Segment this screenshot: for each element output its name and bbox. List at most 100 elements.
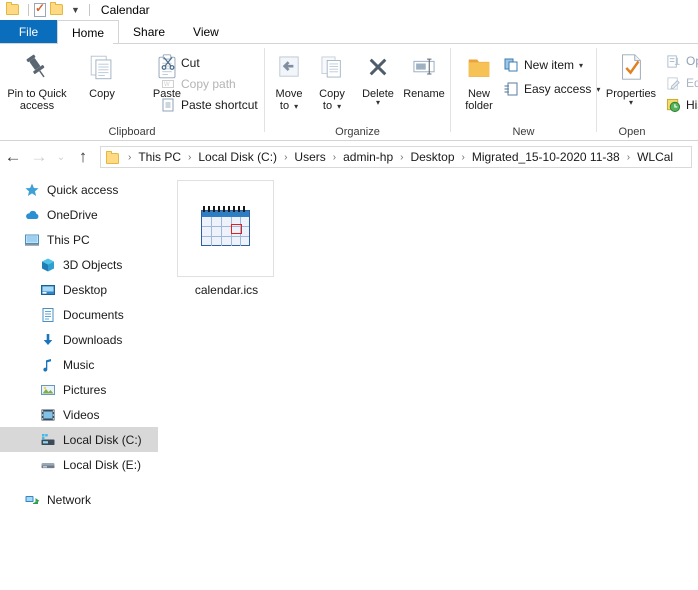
breadcrumb-separator: ›: [188, 151, 192, 163]
navigation-pane: Quick access OneDrive This PC 3D Objects…: [0, 177, 158, 590]
breadcrumb-migrated-folder[interactable]: Migrated_15-10-2020 11-38: [470, 150, 622, 164]
sidebar-label: This PC: [47, 232, 90, 247]
properties-dropdown-caret-icon[interactable]: ▾: [629, 99, 633, 107]
address-breadcrumb-field[interactable]: › This PC › Local Disk (C:) › Users › ad…: [100, 146, 692, 168]
new-folder-button[interactable]: New folder: [451, 49, 507, 112]
hard-drive-icon: [40, 432, 56, 448]
breadcrumb-wlcal[interactable]: WLCal: [635, 150, 675, 164]
new-folder-line1: New: [467, 88, 490, 100]
copy-to-button[interactable]: Copy to ▾: [308, 49, 356, 113]
history-button[interactable]: His: [666, 94, 698, 116]
sidebar-label: Network: [47, 492, 92, 507]
copy-button[interactable]: Copy: [70, 49, 134, 100]
sidebar-item-pictures[interactable]: Pictures: [0, 377, 158, 402]
sidebar-item-documents[interactable]: Documents: [0, 302, 158, 327]
copy-to-icon: [318, 49, 346, 85]
breadcrumb-desktop[interactable]: Desktop: [408, 150, 456, 164]
sidebar-label: Quick access: [47, 182, 119, 197]
sidebar-item-3d-objects[interactable]: 3D Objects: [0, 252, 158, 277]
breadcrumb-separator: ›: [284, 151, 288, 163]
easy-access-button[interactable]: Easy access ▾: [503, 78, 600, 100]
sidebar-label: Videos: [63, 407, 100, 422]
open-group-label: Open: [618, 126, 646, 138]
breadcrumb-users[interactable]: Users: [292, 150, 327, 164]
breadcrumb-admin-hp[interactable]: admin-hp: [341, 150, 395, 164]
breadcrumb-separator: ›: [626, 151, 631, 163]
rename-button[interactable]: Rename: [398, 49, 450, 100]
new-item-icon: [504, 58, 518, 72]
copy-path-icon: W: [162, 80, 174, 88]
paste-shortcut-button[interactable]: Paste shortcut: [160, 94, 258, 116]
breadcrumb-this-pc[interactable]: This PC: [136, 150, 183, 164]
edit-label: Edi: [686, 76, 698, 90]
history-label: His: [686, 98, 698, 112]
up-button[interactable]: ↑: [70, 144, 96, 170]
tab-file[interactable]: File: [0, 20, 57, 44]
sidebar-item-music[interactable]: Music: [0, 352, 158, 377]
properties-button[interactable]: Properties ▾: [597, 49, 665, 107]
delete-dropdown-caret-icon[interactable]: ▾: [376, 99, 380, 107]
new-item-caret-icon[interactable]: ▾: [579, 61, 583, 70]
breadcrumb-separator: ›: [400, 151, 404, 163]
folder-icon[interactable]: [6, 2, 20, 17]
monitor-icon: [24, 232, 40, 248]
open-icon: [667, 54, 680, 68]
new-folder-quick-icon[interactable]: [50, 2, 64, 17]
pin-to-quick-access-button[interactable]: Pin to Quick access: [5, 49, 69, 112]
delete-button[interactable]: Delete ▾: [354, 49, 402, 107]
history-icon: [666, 98, 681, 112]
new-item-label: New item: [524, 58, 575, 72]
move-to-button[interactable]: Move to ▾: [265, 49, 313, 113]
breadcrumb-local-disk-c[interactable]: Local Disk (C:): [196, 150, 279, 164]
tab-view[interactable]: View: [179, 20, 233, 44]
customize-quick-access-chevron-icon[interactable]: ▼: [71, 5, 80, 15]
sidebar-item-downloads[interactable]: Downloads: [0, 327, 158, 352]
titlebar-divider: [28, 4, 29, 16]
pin-label-line1: Pin to Quick: [7, 88, 67, 100]
forward-button: →: [30, 147, 48, 166]
edit-button[interactable]: Edi: [666, 72, 698, 94]
back-button[interactable]: ←: [0, 144, 26, 170]
copy-path-button[interactable]: W Copy path: [160, 73, 236, 95]
new-item-button[interactable]: New item ▾: [503, 54, 583, 76]
ribbon: Pin to Quick access Copy Paste Cut W Cop…: [0, 44, 698, 141]
new-group-label: New: [512, 126, 535, 138]
sidebar-item-network[interactable]: Network: [0, 487, 158, 512]
file-name-label: calendar.ics: [194, 283, 259, 297]
tab-home[interactable]: Home: [57, 20, 120, 44]
network-icon: [24, 492, 40, 508]
sidebar-label: Pictures: [63, 382, 107, 397]
sidebar-item-this-pc[interactable]: This PC: [0, 227, 158, 252]
pin-icon: [22, 49, 52, 85]
sidebar-item-desktop[interactable]: Desktop: [0, 277, 158, 302]
open-button[interactable]: Op: [666, 50, 698, 72]
svg-text:W: W: [164, 82, 170, 88]
cloud-icon: [24, 207, 40, 223]
new-folder-icon: [464, 49, 494, 85]
ribbon-tabstrip: File Home Share View: [0, 20, 698, 44]
picture-icon: [40, 382, 56, 398]
rename-icon: [410, 49, 438, 85]
breadcrumb-separator: ›: [332, 151, 337, 163]
copy-to-line1: Copy: [319, 88, 345, 100]
sidebar-label: Downloads: [63, 332, 123, 347]
rename-label: Rename: [403, 88, 445, 100]
properties-check-icon[interactable]: [34, 1, 46, 17]
file-list-view[interactable]: calendar.ics: [158, 177, 698, 590]
sidebar-label: Local Disk (E:): [63, 457, 142, 472]
sidebar-item-onedrive[interactable]: OneDrive: [0, 202, 158, 227]
sidebar-item-quick-access[interactable]: Quick access: [0, 177, 158, 202]
sidebar-item-local-disk-e[interactable]: Local Disk (E:): [0, 452, 158, 477]
file-item-calendar-ics[interactable]: calendar.ics: [177, 180, 274, 297]
music-note-icon: [40, 357, 56, 373]
tab-share[interactable]: Share: [119, 20, 179, 44]
recent-locations-button[interactable]: ⌄: [52, 144, 70, 170]
sidebar-label: 3D Objects: [63, 257, 123, 272]
copy-icon: [87, 49, 117, 85]
sidebar-item-videos[interactable]: Videos: [0, 402, 158, 427]
sidebar-item-local-disk-c[interactable]: Local Disk (C:): [0, 427, 158, 452]
ribbon-group-open: Properties ▾ Op Edi: [597, 44, 698, 140]
cut-button[interactable]: Cut: [160, 52, 200, 74]
move-to-icon: [275, 49, 303, 85]
clipboard-group-label: Clipboard: [108, 126, 156, 138]
